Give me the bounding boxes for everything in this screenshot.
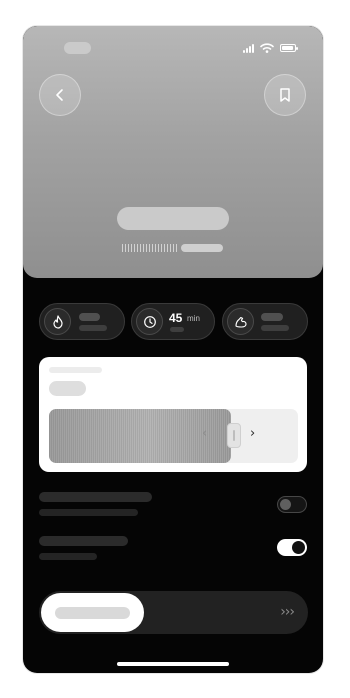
setting-2-toggle[interactable] [277, 539, 307, 556]
card-value-placeholder [49, 381, 86, 396]
duration-unit: min [187, 314, 200, 323]
back-button[interactable] [39, 74, 81, 116]
rating-ticks [122, 244, 177, 252]
setting-1-desc-placeholder [39, 509, 138, 516]
home-indicator[interactable] [117, 662, 229, 666]
wifi-icon [260, 43, 274, 53]
clock-icon [136, 308, 163, 335]
intensity-card: ‹ › [39, 357, 307, 472]
bookmark-icon [280, 88, 290, 102]
stat-duration: 45 min [131, 303, 215, 340]
status-bar [243, 43, 298, 53]
bookmark-button[interactable] [264, 74, 306, 116]
stat-calories [39, 303, 125, 340]
cellular-signal-icon [243, 43, 254, 53]
slide-to-start-thumb[interactable] [41, 593, 144, 632]
flexed-arm-icon [227, 308, 254, 335]
app-screen: 45 min ‹ › ››› [23, 26, 323, 673]
chevron-right-icon[interactable]: › [250, 427, 255, 441]
slide-to-start[interactable]: ››› [39, 591, 308, 634]
back-chevron-icon [56, 89, 63, 101]
intensity-slider-handle[interactable] [227, 423, 241, 448]
intensity-slider-track[interactable]: ‹ › [49, 409, 298, 463]
card-label-placeholder [49, 367, 102, 373]
setting-1-title-placeholder [39, 492, 152, 502]
stat-value-placeholder [261, 313, 283, 321]
start-label-placeholder [55, 607, 130, 619]
dynamic-island [64, 42, 91, 54]
hero-image [23, 26, 323, 278]
setting-1-toggle[interactable] [277, 496, 307, 513]
stat-muscle [222, 303, 308, 340]
battery-icon [280, 44, 298, 52]
toggle-knob [280, 499, 291, 510]
stat-label-placeholder [170, 327, 184, 332]
triple-chevron-icon: ››› [280, 604, 295, 620]
flame-icon [44, 308, 71, 335]
stat-label-placeholder [79, 325, 107, 331]
toggle-knob [292, 541, 305, 554]
setting-2-desc-placeholder [39, 553, 97, 560]
subtitle-pill [181, 244, 223, 252]
stat-label-placeholder [261, 325, 289, 331]
chevron-left-icon[interactable]: ‹ [202, 427, 207, 441]
workout-title-placeholder [117, 207, 229, 230]
workout-subtitle-placeholder [122, 244, 224, 252]
duration-value: 45 [169, 311, 183, 325]
setting-2-title-placeholder [39, 536, 128, 546]
stat-value-placeholder [79, 313, 100, 321]
